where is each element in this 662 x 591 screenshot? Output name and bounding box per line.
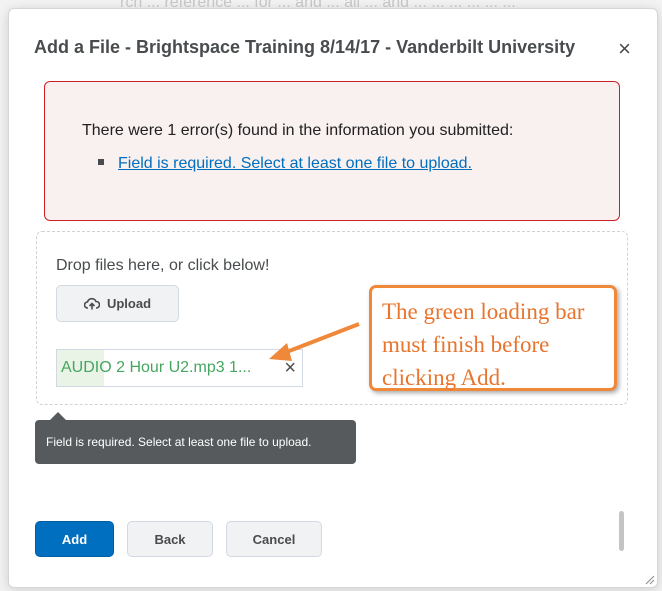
- add-file-dialog: Add a File - Brightspace Training 8/14/1…: [8, 8, 658, 588]
- scrollbar-thumb[interactable]: [619, 511, 624, 551]
- add-button[interactable]: Add: [35, 521, 114, 557]
- scrollbar[interactable]: [617, 511, 627, 557]
- cancel-button[interactable]: Cancel: [226, 521, 322, 557]
- resize-grip-icon[interactable]: [645, 575, 655, 585]
- annotation-arrow: [269, 322, 360, 361]
- back-button[interactable]: Back: [127, 521, 213, 557]
